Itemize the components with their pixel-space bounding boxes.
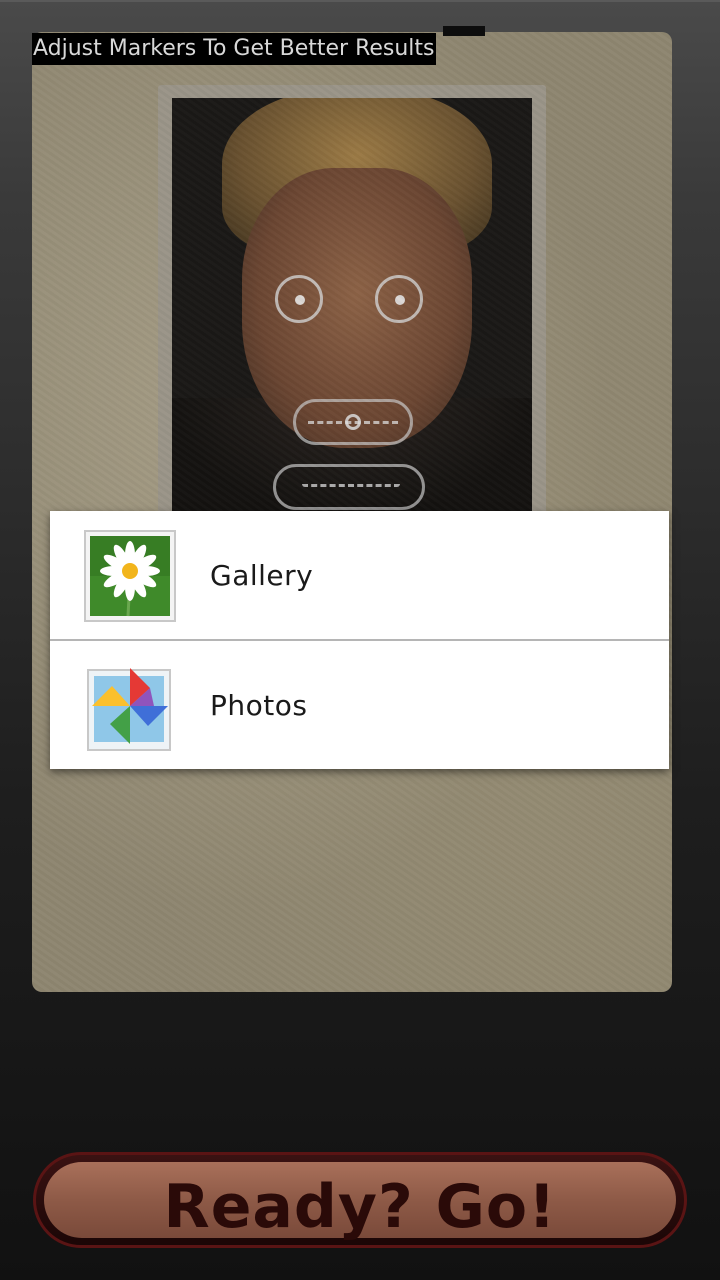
- chooser-item-label: Photos: [210, 689, 308, 722]
- chin-marker[interactable]: [273, 464, 425, 510]
- chooser-item-photos[interactable]: Photos: [50, 641, 669, 770]
- mouth-marker[interactable]: [293, 399, 413, 445]
- hint-text: Adjust Markers To Get Better Results: [32, 33, 436, 65]
- face-photo: [172, 98, 532, 518]
- left-eye-dot: [295, 295, 305, 305]
- right-eye-marker[interactable]: [375, 275, 423, 323]
- status-bar-edge: [0, 0, 720, 2]
- photo-hair: [222, 98, 492, 258]
- chooser-item-label: Gallery: [210, 559, 314, 592]
- chooser-item-gallery[interactable]: Gallery: [50, 511, 669, 640]
- mouth-line: [308, 421, 398, 424]
- ready-go-button-face: Ready? Go!: [44, 1162, 676, 1242]
- hidden-tab: [443, 26, 485, 36]
- ready-go-button[interactable]: Ready? Go!: [33, 1152, 687, 1248]
- mouth-knob[interactable]: [345, 414, 361, 430]
- photos-pinwheel-icon: [84, 660, 176, 752]
- chin-line: [302, 484, 400, 487]
- photo-face: [242, 168, 472, 448]
- left-eye-marker[interactable]: [275, 275, 323, 323]
- app-chooser-dialog: Gallery Photos: [50, 511, 669, 769]
- photo-frame: [158, 85, 546, 525]
- right-eye-dot: [395, 295, 405, 305]
- photo-shoulders: [172, 398, 532, 518]
- gallery-daisy-icon: [84, 530, 176, 622]
- ready-go-label: Ready? Go!: [163, 1172, 557, 1242]
